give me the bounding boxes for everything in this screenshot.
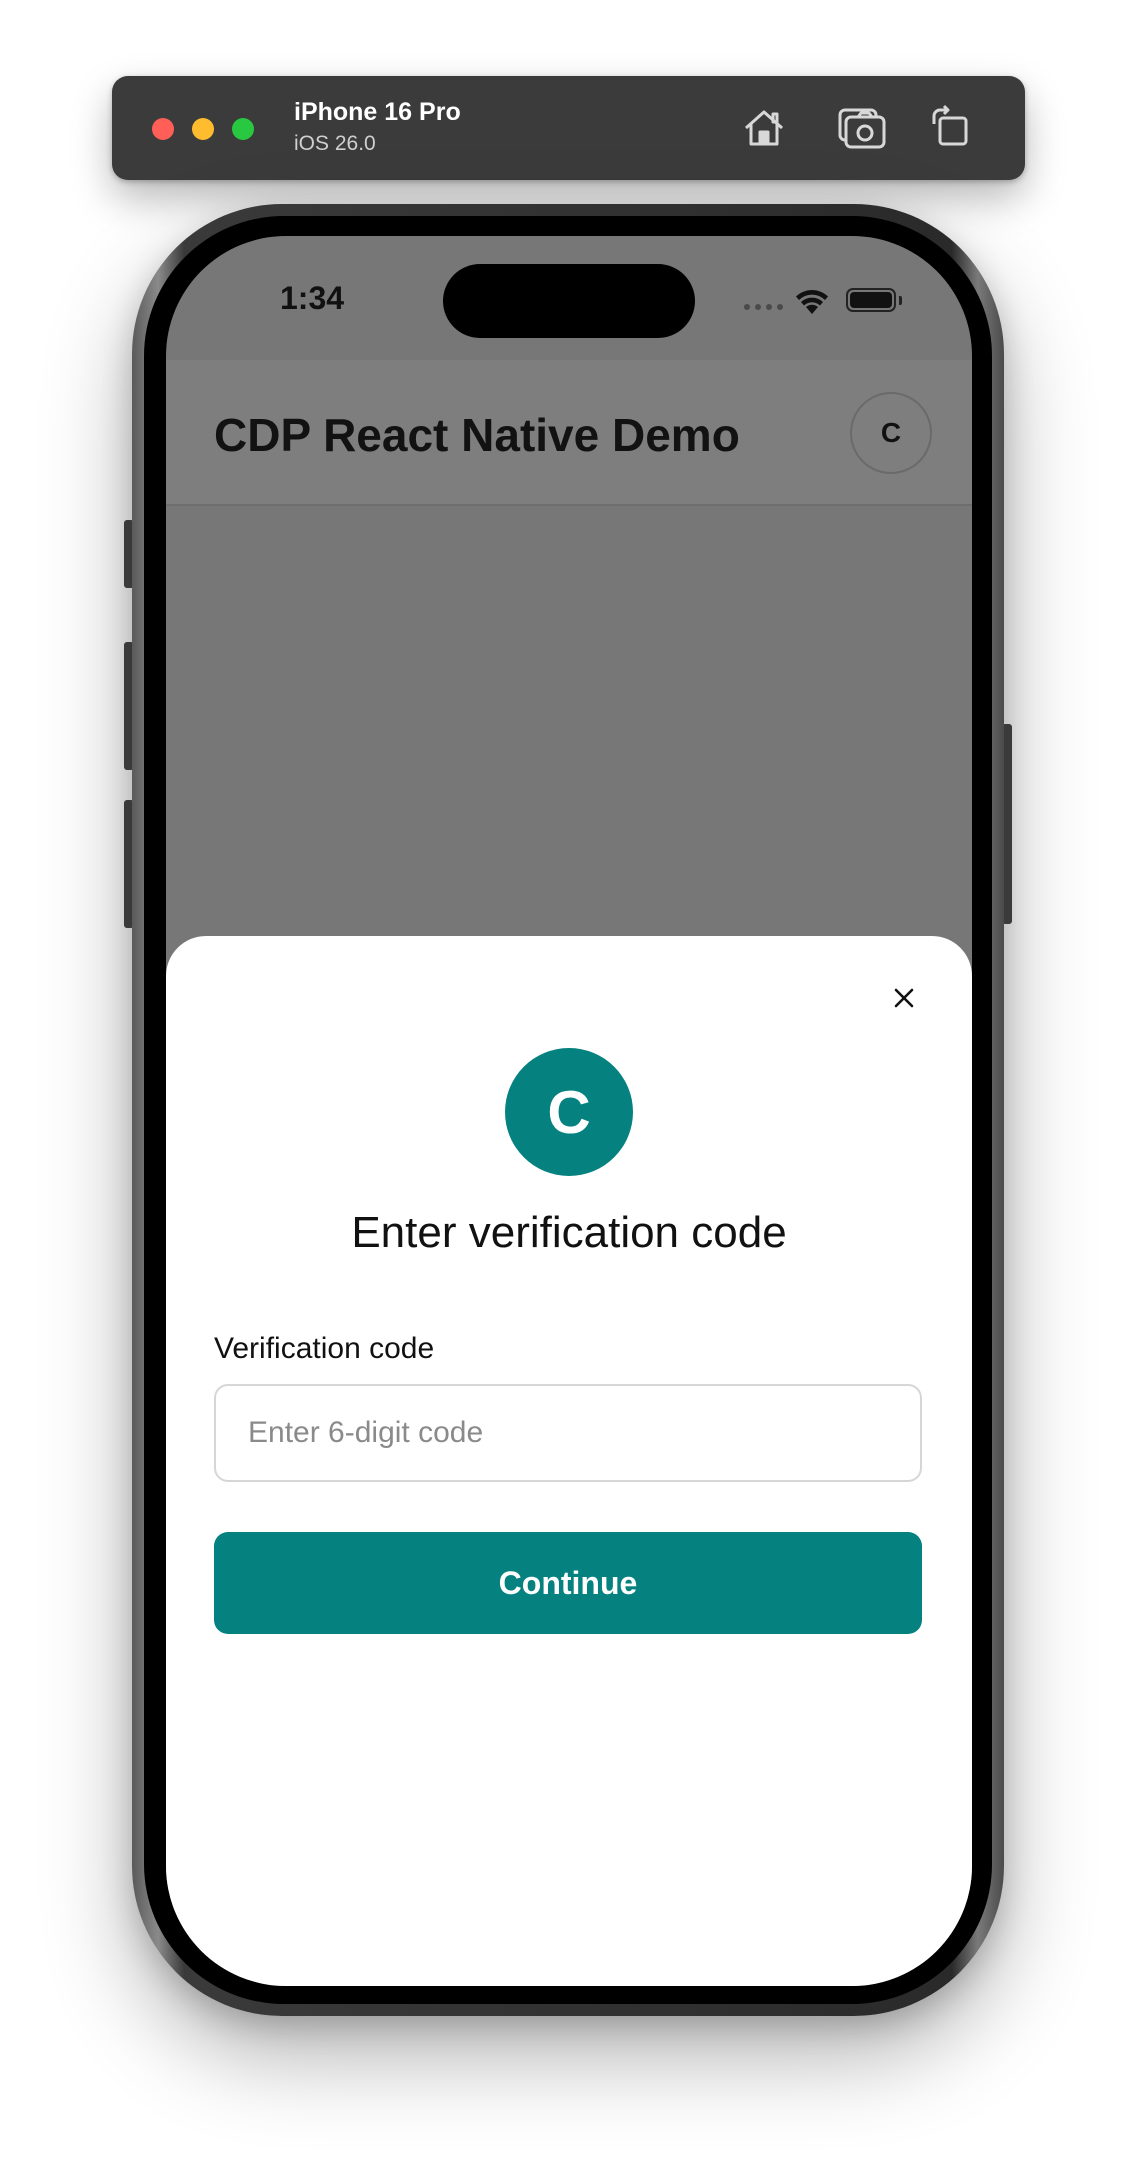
screenshot-button[interactable] [836,102,888,154]
verification-code-label: Verification code [214,1332,435,1365]
screenshot-icon [838,108,886,149]
simulator-toolbar: iPhone 16 Pro iOS 26.0 [112,76,1025,180]
zoom-window-button[interactable] [232,118,254,140]
app-title: CDP React Native Demo [214,409,740,461]
close-window-button[interactable] [152,118,174,140]
sheet-title: Enter verification code [351,1208,787,1257]
verification-code-input[interactable] [214,1384,922,1482]
battery-icon [846,288,896,312]
device-name: iPhone 16 Pro [294,98,461,126]
wifi-icon [796,290,828,314]
phone-screen: 1:34 CDP React Native Demo C C Enter ver… [166,236,972,1986]
rotate-button[interactable] [926,102,978,154]
status-time: 1:34 [280,280,345,316]
minimize-window-button[interactable] [192,118,214,140]
app-header: CDP React Native Demo C [166,360,972,506]
dynamic-island [443,264,695,338]
home-button[interactable] [738,102,790,154]
home-icon [745,110,783,146]
close-icon [894,988,914,1008]
verification-sheet: C Enter verification code Verification c… [166,936,972,1986]
rotate-icon [932,104,968,146]
continue-button[interactable]: Continue [214,1532,922,1634]
cellular-signal-icon [744,304,783,310]
app-logo: C [505,1048,633,1176]
close-button[interactable] [886,980,922,1016]
battery-cap [899,296,902,305]
device-os-version: iOS 26.0 [294,132,376,155]
header-avatar-button[interactable]: C [850,392,932,474]
